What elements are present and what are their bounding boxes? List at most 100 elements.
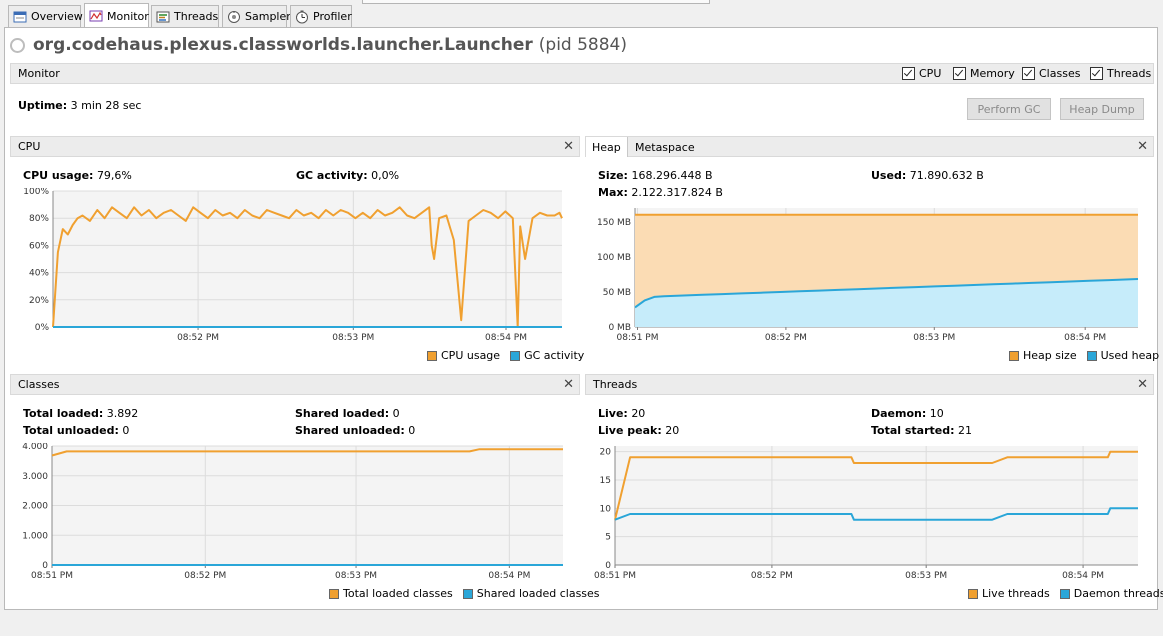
top-tab-bar: Overview Monitor Threads Sampler Profile…: [0, 0, 1163, 28]
x-tick-label: 08:51 PM: [617, 333, 659, 343]
heap-size-stat: Size: 168.296.448 B: [598, 169, 713, 182]
checkbox-label: Memory: [970, 67, 1015, 80]
tab-label: Profiler: [313, 10, 352, 23]
cpu-panel-header: CPU ✕: [10, 136, 580, 157]
close-icon[interactable]: ✕: [1137, 139, 1148, 154]
live-peak-stat: Live peak: 20: [598, 424, 679, 437]
stat-label: Daemon:: [871, 407, 927, 420]
tab-label: Monitor: [107, 9, 149, 23]
y-tick-label: 4.000: [22, 443, 48, 452]
heap-used-stat: Used: 71.890.632 B: [871, 169, 984, 182]
checkbox-checked-icon: [1022, 67, 1035, 80]
legend-swatch: [427, 350, 437, 361]
stat-label: Total loaded:: [23, 407, 104, 420]
legend-swatch: [1009, 350, 1019, 361]
stat-label: Used:: [871, 169, 907, 182]
legend-label: GC activity: [524, 349, 585, 362]
close-icon[interactable]: ✕: [563, 377, 574, 392]
app-name: org.codehaus.plexus.classworlds.launcher…: [33, 35, 533, 55]
x-tick-label: 08:54 PM: [485, 333, 527, 343]
y-tick-label: 0%: [35, 323, 50, 333]
classes-checkbox[interactable]: Classes: [1022, 67, 1080, 80]
heap-legend: Heap size Used heap: [1009, 349, 1159, 362]
x-tick-label: 08:52 PM: [184, 571, 226, 581]
stat-value: 3.892: [106, 407, 139, 420]
checkbox-label: Classes: [1039, 67, 1081, 80]
y-tick-label: 60%: [29, 241, 49, 251]
tab-strip-edge: [362, 0, 710, 4]
y-tick-label: 100%: [23, 188, 49, 197]
tab-sampler[interactable]: Sampler: [222, 5, 291, 27]
gc-activity-stat: GC activity: 0,0%: [296, 169, 399, 182]
stat-value: 20: [665, 424, 680, 437]
tab-monitor[interactable]: Monitor: [84, 3, 149, 28]
legend-swatch: [510, 350, 521, 361]
legend-swatch: [1059, 588, 1070, 599]
legend-label: CPU usage: [441, 349, 501, 362]
x-tick-label: 08:52 PM: [177, 333, 219, 343]
x-tick-label: 08:52 PM: [765, 333, 807, 343]
y-tick-label: 40%: [29, 269, 49, 279]
x-tick-label: 08:53 PM: [332, 333, 374, 343]
close-icon[interactable]: ✕: [1137, 377, 1148, 392]
y-tick-label: 50 MB: [603, 288, 631, 298]
legend-swatch: [968, 588, 978, 599]
tab-label: Threads: [174, 10, 219, 23]
threads-icon: [156, 11, 170, 22]
legend-label: Total loaded classes: [343, 587, 453, 600]
daemon-threads-stat: Daemon: 10: [871, 407, 944, 420]
stat-value: 71.890.632 B: [909, 169, 984, 182]
monitor-icon: [89, 10, 103, 22]
stat-label: Max:: [598, 186, 628, 199]
stat-label: Shared loaded:: [295, 407, 390, 420]
classes-panel-header: Classes ✕: [10, 374, 580, 395]
tab-heap[interactable]: Heap: [586, 137, 628, 157]
heap-chart: 0 MB 50 MB 100 MB 150 MB 08:51 PM 08:52 PM 08:…: [597, 208, 1139, 343]
stat-label: GC activity:: [296, 169, 368, 182]
stat-value: 20: [631, 407, 646, 420]
tab-profiler[interactable]: Profiler: [290, 5, 352, 27]
status-circle-icon: [10, 37, 25, 53]
tab-threads[interactable]: Threads: [151, 5, 219, 27]
classes-panel-title: Classes: [18, 378, 60, 391]
x-tick-label: 08:51 PM: [31, 571, 73, 581]
tab-label: Sampler: [245, 10, 291, 23]
heap-dump-button[interactable]: Heap Dump: [1060, 98, 1144, 120]
stat-label: Total unloaded:: [23, 424, 119, 437]
y-tick-label: 15: [600, 476, 611, 486]
y-tick-label: 0 MB: [608, 323, 631, 333]
y-tick-label: 100 MB: [597, 253, 631, 263]
legend-label: Heap size: [1023, 349, 1077, 362]
cpu-legend: CPU usage GC activity: [427, 349, 584, 362]
stat-label: Total started:: [871, 424, 955, 437]
perform-gc-button[interactable]: Perform GC: [967, 98, 1051, 120]
profiler-icon: [296, 10, 308, 23]
threads-checkbox[interactable]: Threads: [1090, 67, 1151, 80]
checkbox-checked-icon: [953, 67, 966, 80]
tab-overview[interactable]: Overview: [8, 5, 83, 27]
memory-checkbox[interactable]: Memory: [953, 67, 1015, 80]
overview-icon: [13, 11, 27, 22]
threads-chart: 0 5 10 15 20 08:51 PM 08:52 PM 08:53 PM 08:54 PM: [594, 446, 1138, 581]
stat-label: Live peak:: [598, 424, 662, 437]
sampler-icon: [228, 10, 240, 23]
x-tick-label: 08:52 PM: [751, 571, 793, 581]
y-tick-label: 1.000: [22, 531, 48, 541]
stat-value: 0: [392, 407, 400, 420]
x-tick-label: 08:54 PM: [488, 571, 530, 581]
legend-swatch: [462, 588, 473, 599]
threads-legend: Live threads Daemon threads: [968, 587, 1163, 600]
y-tick-label: 0: [605, 561, 611, 571]
cpu-checkbox[interactable]: CPU: [902, 67, 941, 80]
heap-max-stat: Max: 2.122.317.824 B: [598, 186, 723, 199]
stat-value: 21: [958, 424, 973, 437]
close-icon[interactable]: ✕: [563, 139, 574, 154]
stat-label: Size:: [598, 169, 628, 182]
tab-metaspace[interactable]: Metaspace: [629, 137, 701, 157]
legend-label: Daemon threads: [1073, 587, 1163, 600]
y-tick-label: 2.000: [22, 502, 48, 512]
x-tick-label: 08:53 PM: [905, 571, 947, 581]
application-title: org.codehaus.plexus.classworlds.launcher…: [10, 35, 627, 55]
uptime: Uptime: 3 min 28 sec: [18, 99, 141, 112]
cpu-chart: 0% 20% 40% 60% 80% 100% 08:52 PM 08:53 PM 08:54 …: [23, 188, 563, 343]
